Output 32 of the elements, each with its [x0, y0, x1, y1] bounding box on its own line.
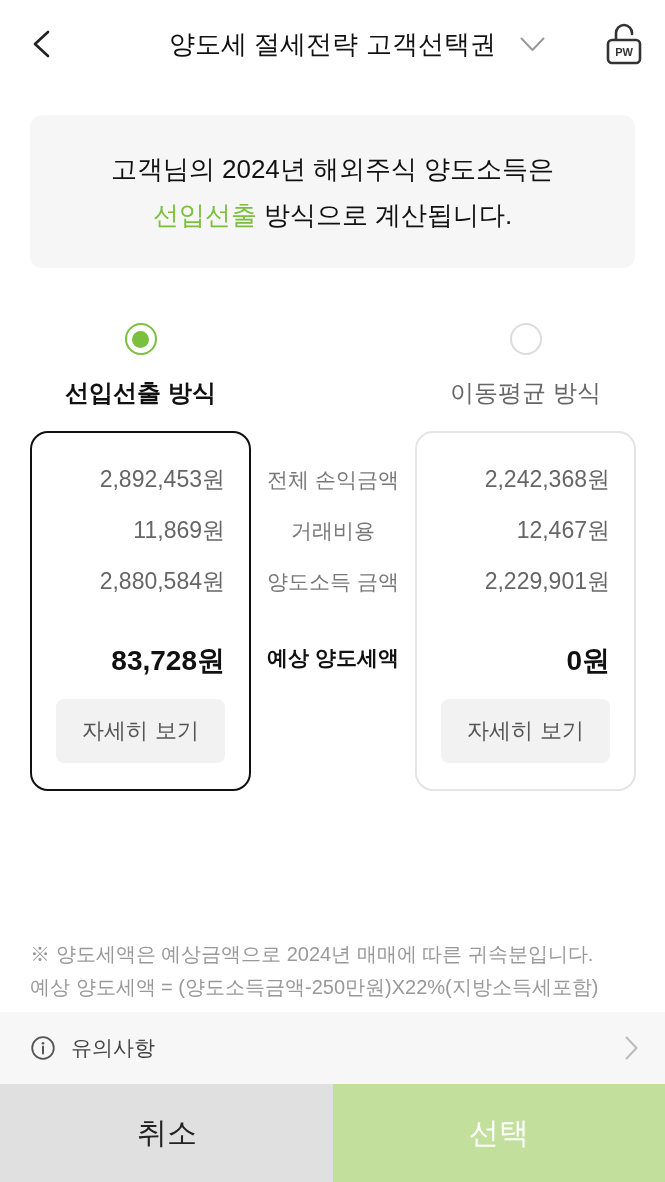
details-button[interactable]: 자세히 보기 [56, 699, 225, 763]
caution-row[interactable]: 유의사항 [0, 1012, 665, 1084]
back-chevron-icon [32, 30, 50, 58]
chevron-down-icon[interactable] [519, 36, 545, 52]
amount-value: 11,869원 [133, 516, 225, 545]
details-button[interactable]: 자세히 보기 [441, 699, 610, 763]
tax-amount: 0원 [566, 644, 610, 678]
row-label: 전체 손익금액 [267, 467, 399, 493]
row-label: 양도소득 금액 [267, 569, 399, 595]
back-button[interactable] [31, 29, 51, 59]
caution-label: 유의사항 [71, 1035, 156, 1061]
amount-value: 2,242,368원 [484, 465, 610, 494]
footnote-text: ※ 양도세액은 예상금액으로 2024년 매매에 따른 귀속분입니다. [30, 942, 595, 967]
notice-text: 고객님의 2024년 해외주식 양도소득은 선입선출 방식으로 계산됩니다. [110, 152, 555, 232]
method-label[interactable]: 이동평균 방식 [450, 376, 601, 410]
method-label[interactable]: 선입선출 방식 [65, 376, 216, 410]
page-title: 양도세 절세전략 고객선택권 [169, 27, 496, 61]
radio-button[interactable] [509, 323, 542, 355]
amount-value: 2,892,453원 [99, 465, 225, 494]
amount-value: 2,880,584원 [99, 567, 225, 596]
method-card[interactable]: 2,892,453원 11,869원 2,880,584원 83,728원 자세히 보기 [30, 431, 251, 791]
tax-amount: 83,728원 [111, 644, 225, 678]
row-label: 거래비용 [291, 518, 375, 544]
cancel-button[interactable]: 취소 [0, 1084, 333, 1182]
method-card[interactable]: 2,242,368원 12,467원 2,229,901원 0원 자세히 보기 [415, 431, 636, 791]
chevron-right-icon [625, 1036, 638, 1060]
footnote-text: 예상 양도세액 = (양도소득금액-250만원)X22%(지방소득세포함) [30, 975, 600, 1000]
amount-value: 12,467원 [516, 516, 610, 545]
radio-button[interactable] [124, 323, 157, 355]
amount-value: 2,229,901원 [484, 567, 610, 596]
info-icon [31, 1036, 55, 1060]
tax-label: 예상 양도세액 [267, 645, 399, 671]
